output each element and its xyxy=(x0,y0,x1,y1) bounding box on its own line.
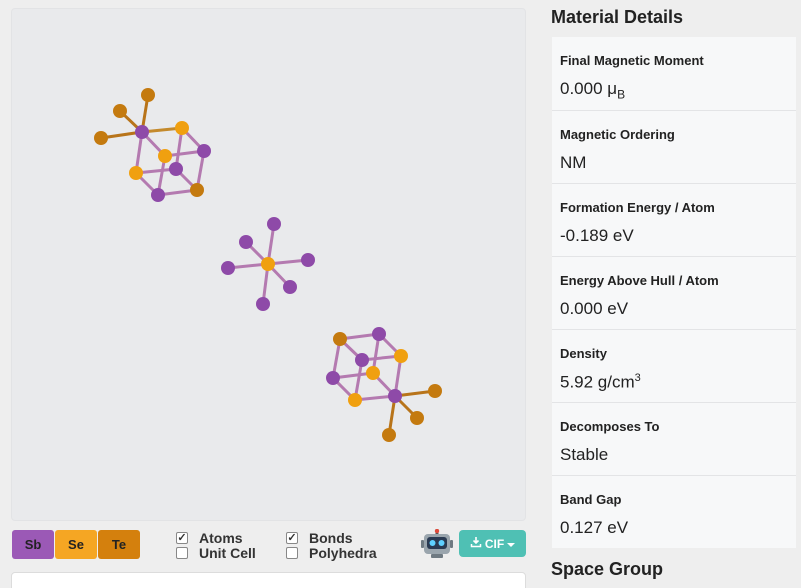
detail-value-sup: 3 xyxy=(634,372,641,384)
detail-label: Band Gap xyxy=(560,492,622,507)
sb-atom xyxy=(151,188,165,202)
sb-atom xyxy=(197,144,211,158)
te-atom xyxy=(113,104,127,118)
detail-energy-above-hull: Energy Above Hull / Atom 0.000 eV xyxy=(552,257,796,329)
detail-value: Stable xyxy=(560,445,609,464)
detail-value: NM xyxy=(560,153,587,172)
se-atom xyxy=(348,393,362,407)
detail-value: 0.000 μB xyxy=(560,79,625,101)
se-atom xyxy=(394,349,408,363)
sb-atom xyxy=(267,217,281,231)
download-cif-label: CIF xyxy=(484,536,505,551)
detail-label: Decomposes To xyxy=(560,419,660,434)
legend-te-button[interactable]: Te xyxy=(98,530,140,559)
sb-atom xyxy=(221,261,235,275)
sb-atom xyxy=(372,327,386,341)
legend-se-button[interactable]: Se xyxy=(55,530,97,559)
legend-te-label: Te xyxy=(111,537,127,552)
lower-panel xyxy=(11,572,526,588)
sb-atom xyxy=(135,125,149,139)
detail-band-gap: Band Gap 0.127 eV xyxy=(552,476,796,548)
sb-atom xyxy=(388,389,402,403)
te-atom xyxy=(141,88,155,102)
detail-value-sub: B xyxy=(617,87,626,102)
sb-atom xyxy=(301,253,315,267)
unit-cell-toggle[interactable]: Unit Cell xyxy=(176,545,256,561)
material-details-title: Material Details xyxy=(551,7,684,27)
legend-sb-label: Sb xyxy=(24,537,42,552)
bonds-label: Bonds xyxy=(309,530,353,546)
detail-decomposes-to: Decomposes To Stable xyxy=(552,403,796,475)
te-atom xyxy=(333,332,347,346)
detail-density: Density 5.92 g/cm3 xyxy=(552,330,796,402)
se-atom xyxy=(366,366,380,380)
se-atom xyxy=(175,121,189,135)
detail-label: Density xyxy=(560,346,607,361)
download-cif-button[interactable]: CIF xyxy=(459,530,526,557)
te-atom xyxy=(382,428,396,442)
detail-value: 0.000 eV xyxy=(560,299,629,318)
detail-value: 0.127 eV xyxy=(560,518,629,537)
detail-magnetic-ordering: Magnetic Ordering NM xyxy=(552,111,796,183)
crystal-structure-canvas[interactable] xyxy=(12,9,527,522)
se-atom xyxy=(261,257,275,271)
atoms-label: Atoms xyxy=(199,530,243,546)
sb-atom xyxy=(256,297,270,311)
bonds-toggle[interactable]: ✓ Bonds xyxy=(286,530,353,546)
sb-atom xyxy=(169,162,183,176)
detail-label: Magnetic Ordering xyxy=(560,127,675,142)
detail-value: 5.92 g/cm3 xyxy=(560,372,641,393)
caret-down-icon xyxy=(507,537,516,551)
sb-atom xyxy=(283,280,297,294)
sb-atom xyxy=(355,353,369,367)
se-atom xyxy=(158,149,172,163)
unit-cell-checkbox[interactable] xyxy=(176,547,188,559)
te-atom xyxy=(428,384,442,398)
bonds-checkbox[interactable]: ✓ xyxy=(286,532,298,544)
te-atom xyxy=(94,131,108,145)
atoms-checkbox[interactable]: ✓ xyxy=(176,532,188,544)
viewer-controls: Sb Se Te ✓ Atoms Unit Cell ✓ Bonds Polyh… xyxy=(11,526,526,564)
space-group-title: Space Group xyxy=(551,559,664,579)
unit-cell-label: Unit Cell xyxy=(199,545,256,561)
download-icon xyxy=(470,536,482,551)
atoms-toggle[interactable]: ✓ Atoms xyxy=(176,530,243,546)
detail-value-text: 0.000 μ xyxy=(560,79,618,98)
legend-se-label: Se xyxy=(68,537,84,552)
polyhedra-label: Polyhedra xyxy=(309,545,377,561)
detail-final-magnetic-moment: Final Magnetic Moment 0.000 μB xyxy=(552,37,796,110)
structure-viewer[interactable] xyxy=(11,8,526,521)
detail-formation-energy: Formation Energy / Atom -0.189 eV xyxy=(552,184,796,256)
sb-atom xyxy=(326,371,340,385)
legend-sb-button[interactable]: Sb xyxy=(12,530,54,559)
detail-label: Formation Energy / Atom xyxy=(560,200,715,215)
detail-value: -0.189 eV xyxy=(560,226,634,245)
te-atom xyxy=(190,183,204,197)
sb-atom xyxy=(239,235,253,249)
se-atom xyxy=(129,166,143,180)
detail-label: Final Magnetic Moment xyxy=(560,53,704,68)
detail-value-text: 5.92 g/cm xyxy=(560,372,635,392)
polyhedra-checkbox[interactable] xyxy=(286,547,298,559)
app-root: Sb Se Te ✓ Atoms Unit Cell ✓ Bonds Polyh… xyxy=(0,0,801,588)
te-atom xyxy=(410,411,424,425)
detail-label: Energy Above Hull / Atom xyxy=(560,273,719,288)
polyhedra-toggle[interactable]: Polyhedra xyxy=(286,545,377,561)
robot-icon[interactable] xyxy=(421,528,453,559)
